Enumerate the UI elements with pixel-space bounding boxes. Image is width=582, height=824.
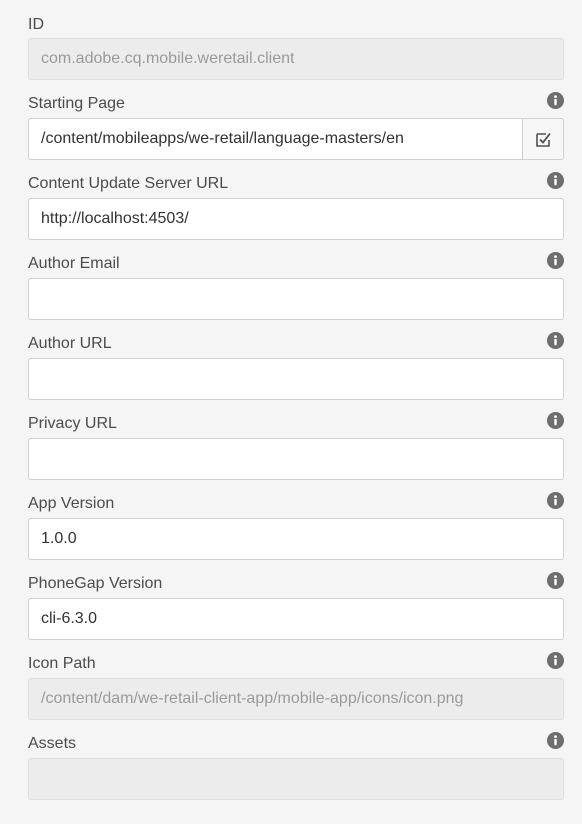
starting-page-label: Starting Page [28,95,125,112]
phonegap-version-field: PhoneGap Version cli-6.3.0 [28,560,564,640]
author-url-label: Author URL [28,335,112,352]
app-version-input[interactable]: 1.0.0 [28,518,564,560]
app-version-info-icon[interactable] [547,492,564,509]
assets-label: Assets [28,735,77,752]
phonegap-version-label: PhoneGap Version [28,575,163,592]
icon-path-label: Icon Path [28,655,96,672]
content-update-server-url-label-row: Content Update Server URL [28,160,564,198]
checkbox-picker-icon [536,132,551,147]
id-label: ID [28,16,44,33]
author-email-label-row: Author Email [28,240,564,278]
privacy-url-info-icon[interactable] [547,412,564,429]
assets-input [28,758,564,800]
phonegap-version-info-icon[interactable] [547,572,564,589]
author-email-field: Author Email [28,240,564,320]
app-version-label: App Version [28,495,115,512]
author-email-label: Author Email [28,255,120,272]
icon-path-field: Icon Path /content/dam/we-retail-client-… [28,640,564,720]
id-field: ID com.adobe.cq.mobile.weretail.client [28,0,564,80]
icon-path-info-icon[interactable] [547,652,564,669]
author-url-input[interactable] [28,358,564,400]
id-input: com.adobe.cq.mobile.weretail.client [28,38,564,80]
app-version-field: App Version 1.0.0 [28,480,564,560]
content-update-server-url-label: Content Update Server URL [28,175,229,192]
starting-page-field: Starting Page /content/mobileapps/we-ret… [28,80,564,160]
privacy-url-input[interactable] [28,438,564,480]
author-email-info-icon[interactable] [547,252,564,269]
privacy-url-label: Privacy URL [28,415,117,432]
content-update-server-url-input[interactable]: http://localhost:4503/ [28,198,564,240]
privacy-url-field: Privacy URL [28,400,564,480]
starting-page-info-icon[interactable] [547,92,564,109]
content-update-server-url-field: Content Update Server URL http://localho… [28,160,564,240]
assets-info-icon[interactable] [547,732,564,749]
starting-page-input[interactable]: /content/mobileapps/we-retail/language-m… [28,118,523,160]
icon-path-input: /content/dam/we-retail-client-app/mobile… [28,678,564,720]
author-email-input[interactable] [28,278,564,320]
author-url-label-row: Author URL [28,320,564,358]
author-url-field: Author URL [28,320,564,400]
assets-label-row: Assets [28,720,564,758]
content-update-server-url-info-icon[interactable] [547,172,564,189]
phonegap-version-label-row: PhoneGap Version [28,560,564,598]
starting-page-label-row: Starting Page [28,80,564,118]
app-version-label-row: App Version [28,480,564,518]
id-label-row: ID [28,0,564,38]
privacy-url-label-row: Privacy URL [28,400,564,438]
starting-page-browse-button[interactable] [522,118,564,160]
phonegap-version-input[interactable]: cli-6.3.0 [28,598,564,640]
starting-page-picker: /content/mobileapps/we-retail/language-m… [28,118,564,160]
icon-path-label-row: Icon Path [28,640,564,678]
author-url-info-icon[interactable] [547,332,564,349]
assets-field: Assets [28,720,564,800]
app-properties-form: ID com.adobe.cq.mobile.weretail.client S… [28,0,564,800]
